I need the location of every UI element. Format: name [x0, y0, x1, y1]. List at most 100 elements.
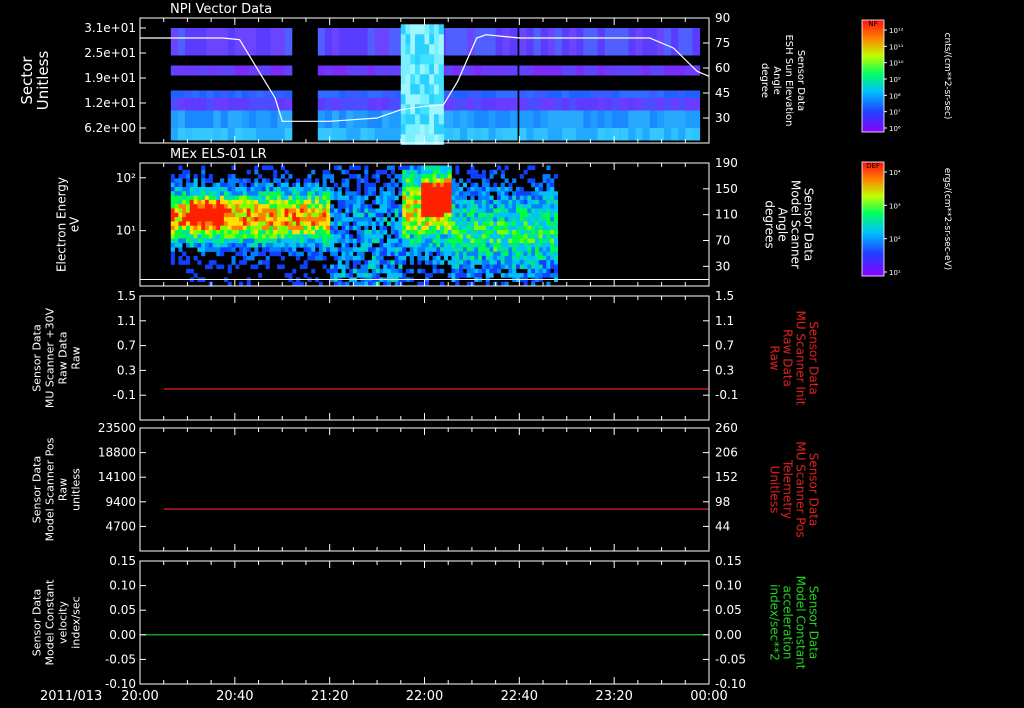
spectrogram-cell: [379, 199, 384, 205]
spectrogram-cell: [432, 221, 437, 226]
spectrogram-cell: [227, 208, 232, 214]
spectrogram-cell: [216, 208, 221, 214]
panel3-left-axis-label: MU Scanner +30V: [44, 307, 57, 408]
spectrogram-cell: [193, 255, 198, 261]
spectrogram-cell: [345, 178, 350, 183]
spectrogram-cell: [489, 230, 494, 235]
spectrogram-cell: [174, 225, 179, 231]
panel3-left-tick-label: 1.5: [117, 289, 136, 303]
spectrogram-cell: [402, 230, 407, 235]
panel3-right-axis-label: Sensor Data: [807, 321, 821, 395]
spectrogram-cell: [500, 195, 505, 201]
heatmap-cell: [590, 128, 599, 141]
def-colorbar: [861, 161, 885, 277]
heatmap-cell: [177, 128, 186, 141]
heatmap-cell: [438, 124, 444, 135]
spectrogram-cell: [261, 165, 266, 171]
spectrogram-cell: [375, 199, 380, 205]
heatmap-cell: [583, 28, 591, 56]
spectrogram-cell: [216, 217, 221, 222]
spectrogram-cell: [345, 255, 350, 261]
spectrogram-cell: [182, 238, 187, 244]
heatmap-cell: [284, 128, 293, 141]
spectrogram-cell: [216, 221, 221, 226]
spectrogram-cell: [455, 230, 460, 235]
spectrogram-cell: [375, 212, 380, 218]
spectrogram-cell: [383, 251, 388, 257]
spectrogram-cell: [212, 238, 217, 244]
spectrogram-cell: [508, 187, 513, 192]
spectrogram-cell: [443, 217, 448, 222]
spectrogram-cell: [485, 208, 490, 214]
heatmap-cell: [692, 90, 701, 98]
heatmap-cell: [317, 28, 326, 56]
spectrogram-cell: [425, 195, 430, 201]
spectrogram-cell: [212, 208, 217, 214]
spectrogram-cell: [432, 195, 437, 201]
heatmap-cell: [353, 98, 362, 111]
spectrogram-cell: [277, 182, 282, 188]
spectrogram-cell: [451, 221, 456, 226]
heatmap-cell: [635, 98, 644, 111]
spectrogram-cell: [531, 243, 536, 248]
panel5-left-tick-label: 0.10: [109, 579, 136, 593]
panel3-right-tick-label: 1.1: [715, 314, 734, 328]
spectrogram-cell: [508, 195, 513, 201]
spectrogram-cell: [417, 217, 422, 222]
spectrogram-cell: [265, 255, 270, 261]
spectrogram-cell: [318, 234, 323, 239]
spectrogram-cell: [242, 182, 247, 188]
spectrogram-cell: [250, 238, 255, 244]
spectrogram-cell: [368, 243, 373, 248]
spectrogram-cell: [208, 208, 213, 214]
spectrogram-cell: [269, 217, 274, 222]
heatmap-cell: [547, 28, 556, 56]
spectrogram-cell: [189, 238, 194, 244]
spectrogram-cell: [428, 182, 433, 188]
heatmap-cell: [434, 34, 440, 45]
spectrogram-cell: [523, 238, 528, 244]
spectrogram-cell: [455, 268, 460, 274]
heatmap-cell: [374, 65, 383, 76]
spectrogram-cell: [371, 247, 376, 252]
spectrogram-cell: [269, 251, 274, 257]
spectrogram-cell: [352, 260, 357, 265]
heatmap-cell: [502, 28, 511, 56]
spectrogram-cell: [497, 212, 502, 218]
heatmap-cell: [415, 44, 421, 55]
spectrogram-cell: [292, 221, 297, 226]
spectrogram-cell: [269, 247, 274, 252]
spectrogram-cell: [258, 212, 263, 218]
spectrogram-cell: [227, 212, 232, 218]
spectrogram-cell: [269, 187, 274, 192]
spectrogram-cell: [485, 187, 490, 192]
spectrogram-cell: [189, 204, 194, 209]
spectrogram-cell: [205, 208, 210, 214]
heatmap-cell: [381, 90, 390, 98]
panel4-right-axis-label: MU Scanner Pos: [794, 441, 808, 537]
spectrogram-cell: [220, 208, 225, 214]
heatmap-cell: [576, 110, 584, 128]
heatmap-cell: [199, 98, 207, 111]
heatmap-cell: [367, 65, 376, 76]
spectrogram-cell: [303, 243, 308, 248]
spectrogram-cell: [538, 234, 543, 239]
spectrogram-cell: [489, 174, 494, 179]
spectrogram-cell: [280, 225, 285, 231]
spectrogram-cell: [519, 238, 524, 244]
spectrogram-cell: [352, 268, 357, 274]
spectrogram-cell: [542, 217, 547, 222]
spectrogram-cell: [402, 255, 407, 261]
spectrogram-cell: [455, 182, 460, 188]
heatmap-cell: [220, 65, 229, 76]
heatmap-cell: [519, 65, 527, 76]
spectrogram-cell: [538, 208, 543, 214]
spectrogram-cell: [421, 199, 426, 205]
spectrogram-cell: [212, 260, 217, 265]
spectrogram-cell: [208, 191, 213, 196]
spectrogram-cell: [333, 212, 338, 218]
spectrogram-cell: [288, 230, 293, 235]
heatmap-cell: [324, 98, 333, 111]
spectrogram-cell: [318, 204, 323, 209]
spectrogram-cell: [428, 212, 433, 218]
